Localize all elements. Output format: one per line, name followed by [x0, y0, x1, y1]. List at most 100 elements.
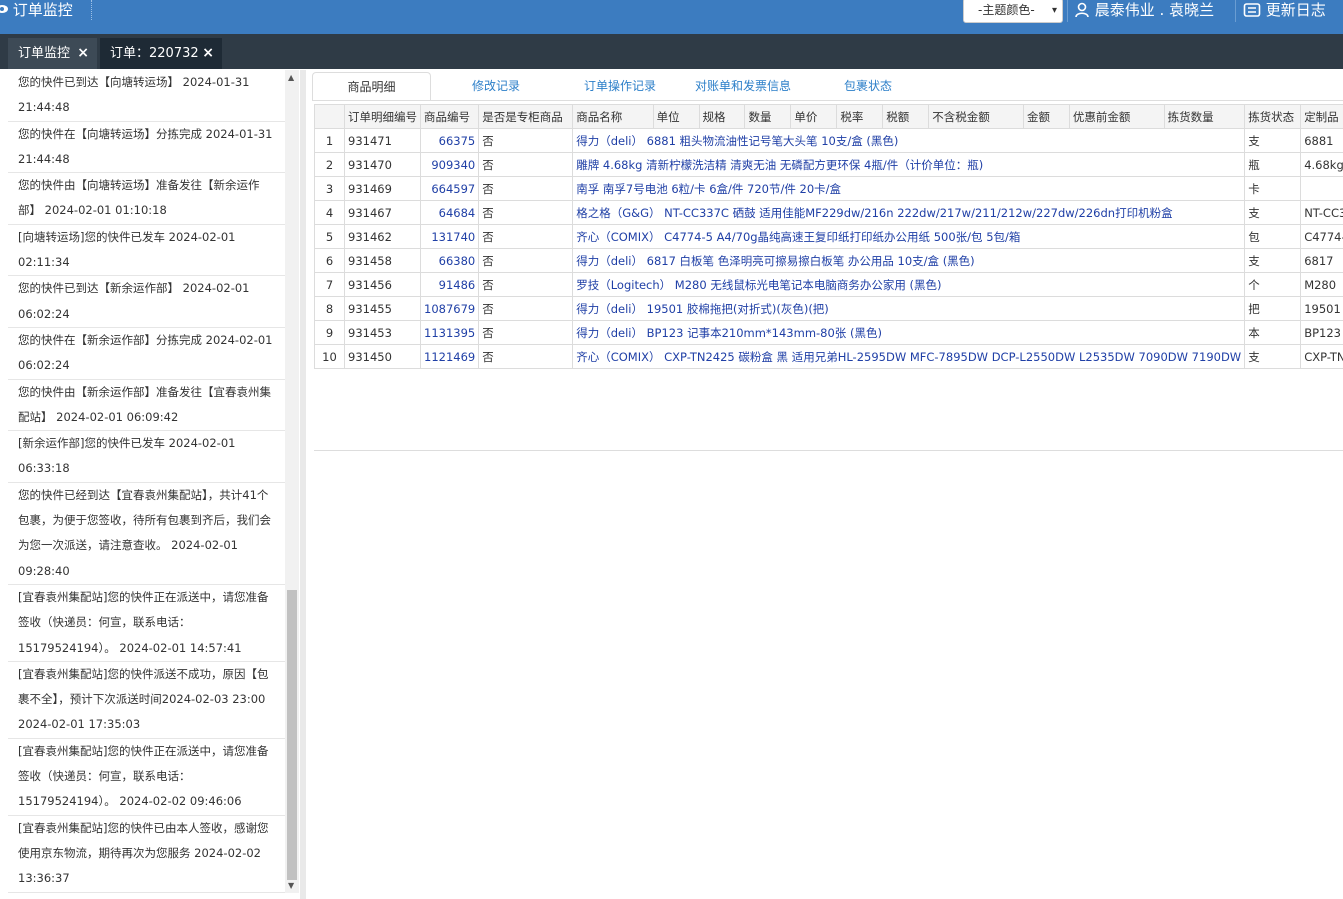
column-header[interactable]: 定制品 — [1300, 104, 1343, 129]
tab-goods-detail[interactable]: 商品明细 — [312, 72, 431, 100]
table-row[interactable]: 8 931455 1087679 否得力（deli） 19501 胶棉拖把(对折式)(… — [314, 296, 1343, 321]
header-divider — [1235, 0, 1236, 22]
column-header[interactable]: 税额 — [882, 104, 930, 129]
tracking-item: [新余运作部]您的快件已发车 2024-02-01 06:33:18 — [8, 431, 285, 483]
tab-strip: 订单监控 × 订单：220732 × — [0, 34, 1343, 69]
tab-order-operation-log[interactable]: 订单操作记录 — [577, 72, 663, 100]
close-icon[interactable]: × — [202, 38, 214, 69]
column-header[interactable]: 单位 — [652, 104, 700, 129]
table-row[interactable]: 3 931469 664597 否南孚 南孚7号电池 6粒/卡 6盒/件 720节/件… — [314, 176, 1343, 201]
column-header[interactable]: 拣货数量 — [1163, 104, 1246, 129]
column-header[interactable]: 金额 — [1022, 104, 1070, 129]
scrollbar-thumb[interactable] — [287, 590, 297, 880]
user-icon — [1074, 2, 1090, 23]
column-header[interactable]: 是否是专柜商品 — [478, 104, 574, 129]
user-menu[interactable]: 晨泰伟业 . 袁晓兰 — [1074, 0, 1214, 23]
table-row[interactable]: 2 931470 909340 否雕牌 4.68kg 清新柠檬洗洁精 清爽无油 无磷配… — [314, 152, 1343, 177]
column-header[interactable]: 规格 — [698, 104, 746, 129]
goods-number-link[interactable]: 1087679 — [419, 296, 480, 321]
detail-number-cell: 931462 — [344, 224, 421, 249]
goods-number-link[interactable]: 66375 — [419, 128, 480, 153]
goods-name-link[interactable]: 罗技（Logitech） M280 无线鼠标光电笔记本电脑商务办公家用 (黑色) — [572, 272, 1246, 297]
table-row[interactable]: 9 931453 1131395 否得力（deli） BP123 记事本210mm*1… — [314, 320, 1343, 345]
column-header[interactable]: 单价 — [790, 104, 838, 129]
eye-icon — [0, 0, 8, 20]
column-header[interactable]: 商品编号 — [419, 104, 480, 129]
goods-number-link[interactable]: 909340 — [419, 152, 480, 177]
goods-name-link[interactable]: 格之格（G&G） NT-CC337C 硒鼓 适用佳能MF229dw/216n 2… — [572, 200, 1246, 225]
security-code-cell — [1300, 176, 1343, 201]
tab-order-monitor[interactable]: 订单监控 × — [8, 38, 97, 69]
unit-cell: 支 — [1244, 200, 1302, 225]
goods-number-link[interactable]: 64684 — [419, 200, 480, 225]
table-row[interactable]: 1 931471 66375 否得力（deli） 6881 粗头物流油性记号笔大头笔 … — [314, 128, 1343, 153]
tab-statement-invoice[interactable]: 对账单和发票信息 — [693, 72, 793, 100]
counter-flag-cell: 否 — [478, 152, 574, 177]
order-detail-panel: 商品明细 修改记录 订单操作记录 对账单和发票信息 包裹状态 订单明细编号 商品编… — [312, 70, 1343, 899]
goods-number-link[interactable]: 66380 — [419, 248, 480, 273]
column-header[interactable]: 税率 — [836, 104, 884, 129]
app-title: 订单监控 — [0, 0, 73, 22]
goods-number-link[interactable]: 664597 — [419, 176, 480, 201]
goods-number-link[interactable]: 1121469 — [419, 344, 480, 369]
unit-cell: 把 — [1244, 296, 1302, 321]
detail-number-cell: 931450 — [344, 344, 421, 369]
theme-select-value: -主题颜色- — [978, 3, 1035, 17]
goods-number-link[interactable]: 91486 — [419, 272, 480, 297]
goods-name-link[interactable]: 得力（deli） 6817 白板笔 色泽明亮可擦易擦白板笔 办公用品 10支/盒… — [572, 248, 1246, 273]
tracking-item: 您的快件在【向塘转运场】分拣完成 2024-01-31 21:44:48 — [8, 122, 285, 174]
table-row[interactable]: 10 931450 1121469 否齐心（COMIX） CXP-TN2425 碳粉盒… — [314, 344, 1343, 369]
column-header[interactable]: 不含税金额 — [928, 104, 1024, 129]
table-header-row: 订单明细编号 商品编号 是否是专柜商品 商品名称 单位 规格 数量 单价 税率 税额 不含税金额 金额… — [314, 104, 1343, 129]
unit-cell: 个 — [1244, 272, 1302, 297]
user-name: 晨泰伟业 . 袁晓兰 — [1094, 1, 1215, 19]
column-header[interactable]: 数量 — [744, 104, 792, 129]
goods-name-link[interactable]: 得力（deli） 19501 胶棉拖把(对折式)(灰色)(把) — [572, 296, 1246, 321]
table-row[interactable]: 7 931456 91486 否罗技（Logitech） M280 无线鼠标光电笔记本… — [314, 272, 1343, 297]
theme-color-select[interactable]: -主题颜色- ▾ — [963, 0, 1063, 23]
tab-label: 订单监控 — [18, 46, 71, 61]
counter-flag-cell: 否 — [478, 272, 574, 297]
row-index: 6 — [314, 248, 345, 273]
goods-number-link[interactable]: 131740 — [419, 224, 480, 249]
counter-flag-cell: 否 — [478, 176, 574, 201]
unit-cell: 包 — [1244, 224, 1302, 249]
tracking-item: [宜春袁州集配站]您的快件正在派送中，请您准备签收（快递员：何宣，联系电话：15… — [8, 585, 285, 662]
tab-change-log[interactable]: 修改记录 — [460, 72, 532, 100]
goods-name-link[interactable]: 齐心（COMIX） C4774-5 A4/70g晶纯高速王复印纸打印纸办公用纸 … — [572, 224, 1246, 249]
tracking-item: [宜春袁州集配站]您的快件派送不成功，原因【包裹不全】，预计下次派送时间2024… — [8, 662, 285, 739]
column-header[interactable]: 订单明细编号 — [344, 104, 421, 129]
detail-number-cell: 931455 — [344, 296, 421, 321]
scroll-down-icon[interactable]: ▼ — [288, 881, 294, 890]
column-header[interactable]: 拣货状态 — [1244, 104, 1302, 129]
tab-package-status[interactable]: 包裹状态 — [837, 72, 899, 100]
table-row[interactable]: 5 931462 131740 否齐心（COMIX） C4774-5 A4/70g晶纯… — [314, 224, 1343, 249]
goods-name-link[interactable]: 南孚 南孚7号电池 6粒/卡 6盒/件 720节/件 20卡/盒 — [572, 176, 1246, 201]
column-header[interactable]: 商品名称 — [572, 104, 654, 129]
tracking-scrollbar[interactable]: ▲ ▼ — [285, 70, 299, 893]
row-index: 5 — [314, 224, 345, 249]
tracking-item: 您的快件已到达【向塘转运场】 2024-01-31 21:44:48 — [8, 70, 285, 122]
goods-name-link[interactable]: 齐心（COMIX） CXP-TN2425 碳粉盒 黑 适用兄弟HL-2595DW… — [572, 344, 1246, 369]
goods-name-link[interactable]: 得力（deli） 6881 粗头物流油性记号笔大头笔 10支/盒 (黑色) — [572, 128, 1246, 153]
row-index: 3 — [314, 176, 345, 201]
close-icon[interactable]: × — [77, 38, 89, 69]
column-header[interactable]: 优惠前金额 — [1068, 104, 1165, 129]
update-log-link[interactable]: 更新日志 — [1243, 0, 1326, 23]
counter-flag-cell: 否 — [478, 224, 574, 249]
goods-number-link[interactable]: 1131395 — [419, 320, 480, 345]
table-row[interactable]: 4 931467 64684 否格之格（G&G） NT-CC337C 硒鼓 适用佳能M… — [314, 200, 1343, 225]
tracking-item: [宜春袁州集配站]您的快件已由本人签收，感谢您使用京东物流，期待再次为您服务 2… — [8, 816, 285, 893]
tracking-item: [向塘转运场]您的快件已发车 2024-02-01 02:11:34 — [8, 225, 285, 277]
detail-number-cell: 931470 — [344, 152, 421, 177]
tracking-item: [宜春袁州集配站]您的快件正在派送中，请您准备签收（快递员：何宣，联系电话：15… — [8, 739, 285, 816]
goods-name-link[interactable]: 雕牌 4.68kg 清新柠檬洗洁精 清爽无油 无磷配方更环保 4瓶/件（计价单位… — [572, 152, 1246, 177]
scroll-up-icon[interactable]: ▲ — [288, 73, 294, 82]
tracking-item: 您的快件已经到达【宜春袁州集配站】，共计41个包裹，为便于您签收，待所有包裹到齐… — [8, 483, 285, 585]
goods-name-link[interactable]: 得力（deli） BP123 记事本210mm*143mm-80张 (黑色) — [572, 320, 1246, 345]
table-row[interactable]: 6 931458 66380 否得力（deli） 6817 白板笔 色泽明亮可擦易擦白… — [314, 248, 1343, 273]
tab-order-detail[interactable]: 订单：220732 × — [100, 38, 222, 69]
panel-splitter[interactable] — [300, 70, 306, 899]
counter-flag-cell: 否 — [478, 128, 574, 153]
column-header[interactable] — [314, 104, 345, 129]
